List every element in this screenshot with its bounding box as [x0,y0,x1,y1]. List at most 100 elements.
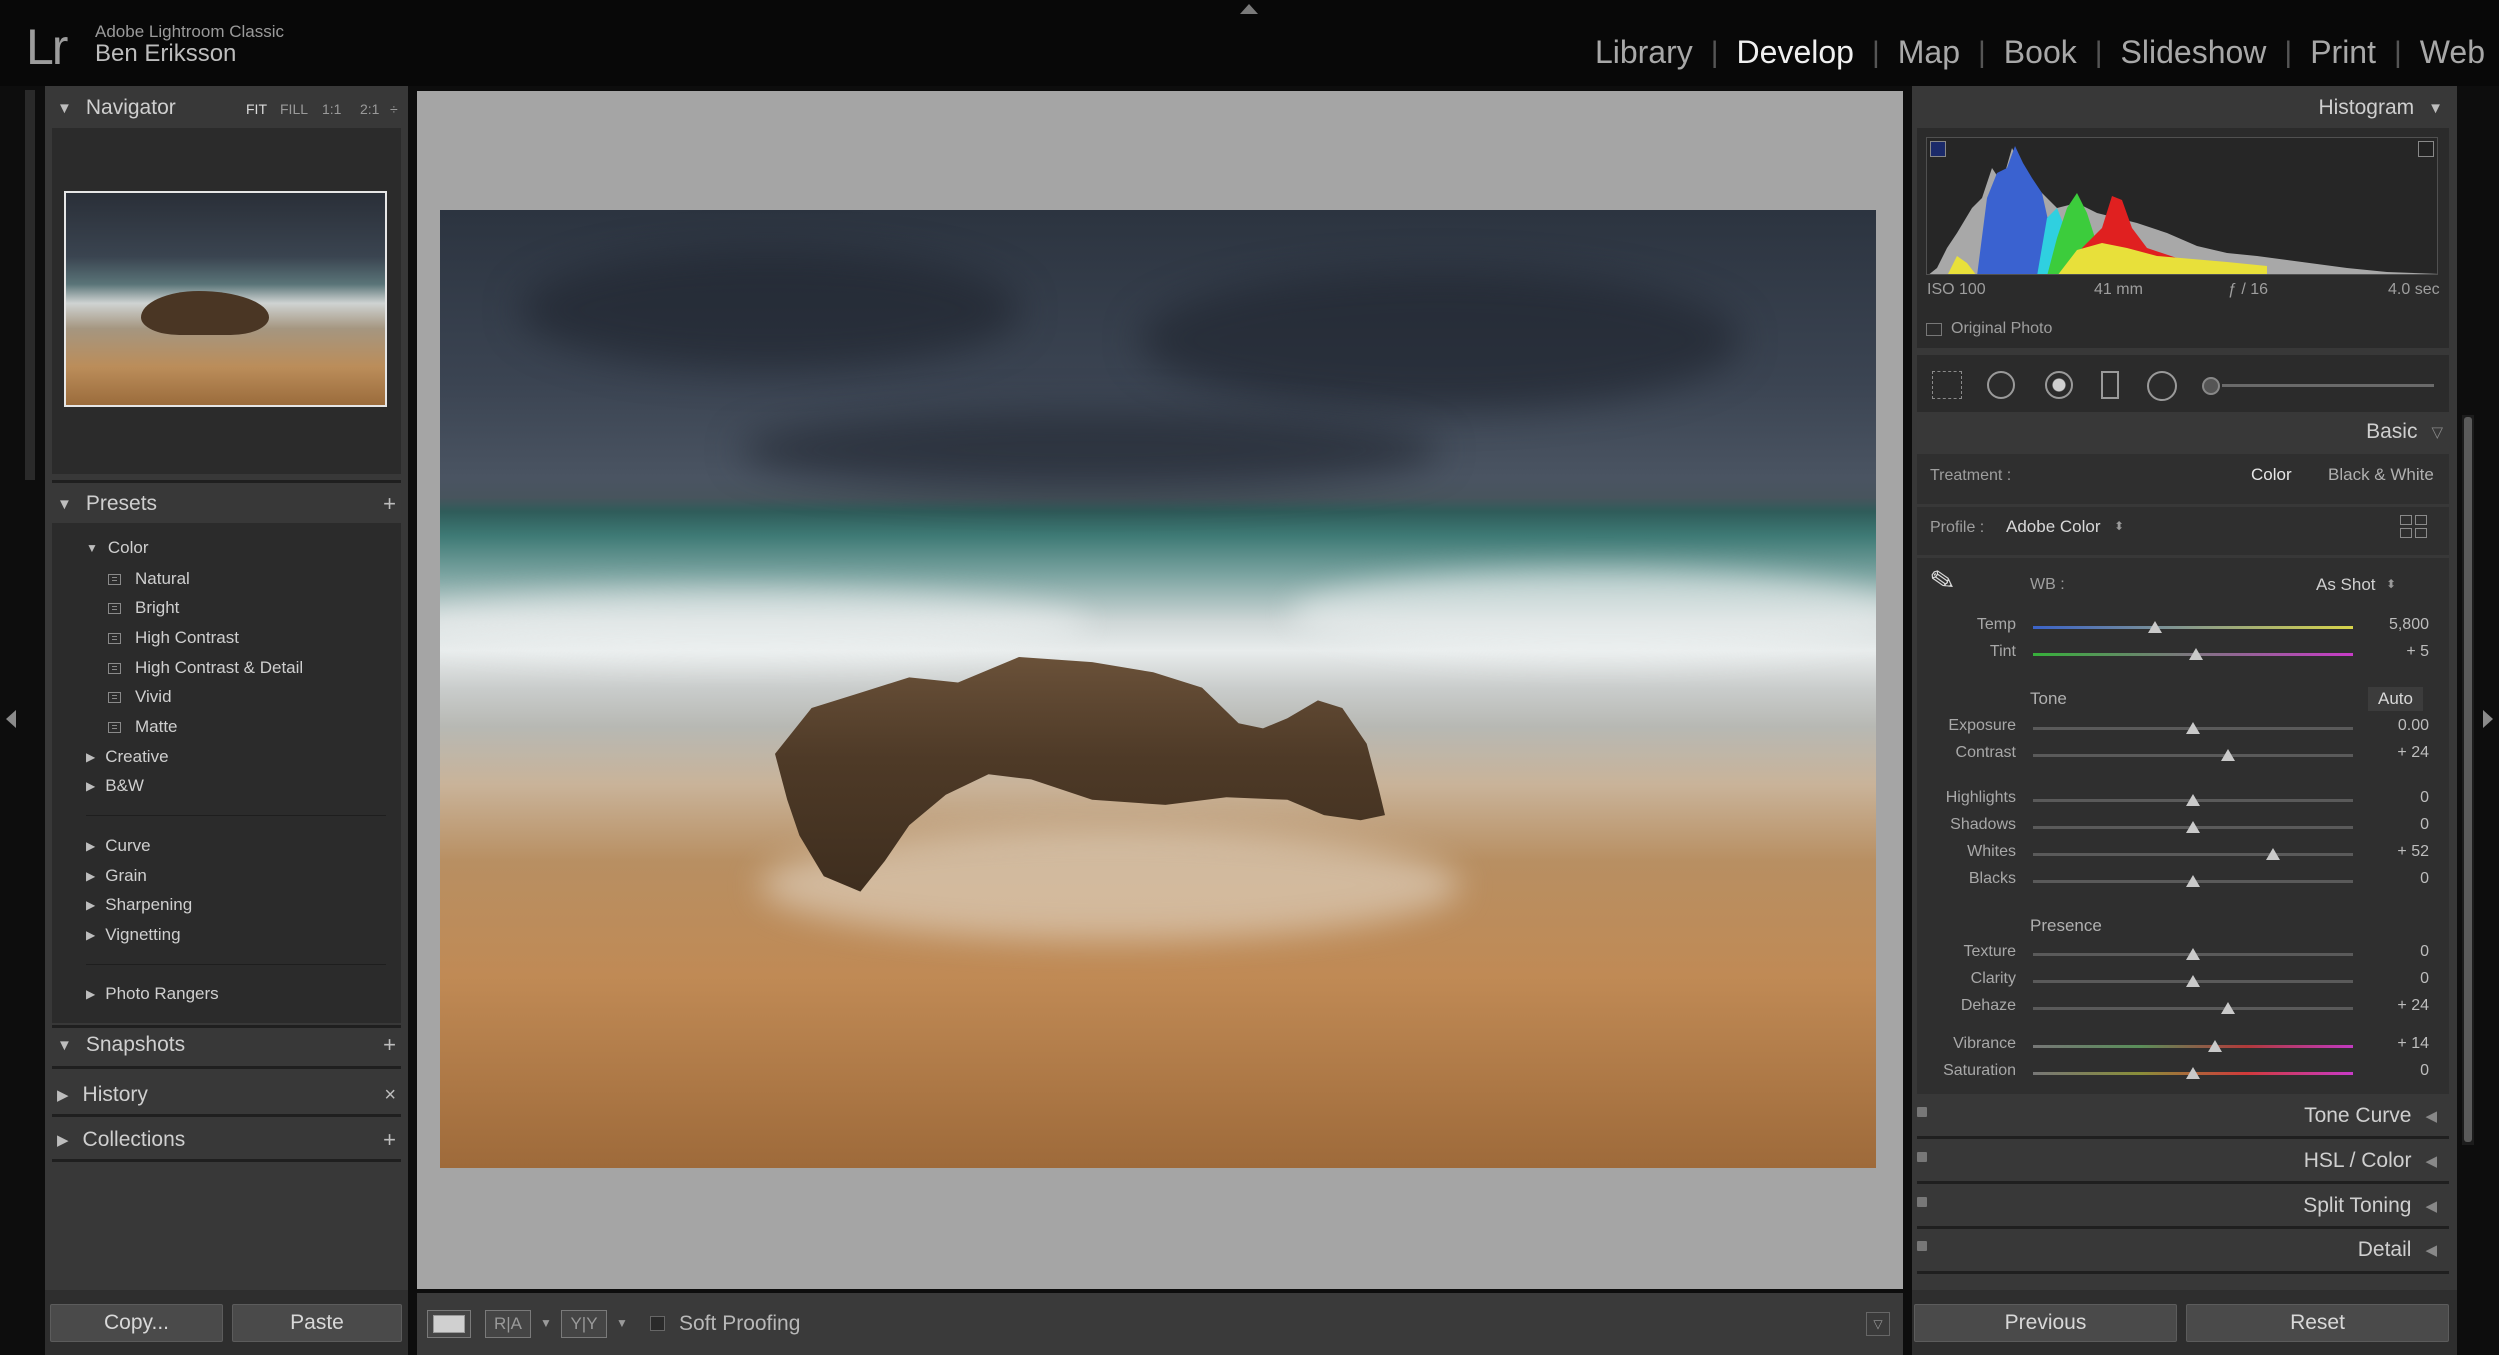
snapshots-header[interactable]: ▼ Snapshots + [57,1025,402,1065]
slider-thumb-blacks[interactable] [2186,875,2200,887]
history-header[interactable]: ▶ History × [57,1075,402,1115]
module-print[interactable]: Print [2292,34,2394,71]
slider-value-temp[interactable]: 5,800 [2369,616,2429,634]
tone-curve-toggle[interactable] [1917,1107,1927,1117]
zoom-fill[interactable]: FILL [280,101,308,117]
slider-thumb-shadows[interactable] [2186,821,2200,833]
slider-thumb-clarity[interactable] [2186,975,2200,987]
navigator-thumbnail[interactable] [64,191,387,407]
auto-tone-button[interactable]: Auto [2368,687,2423,711]
zoom-fit[interactable]: FIT [246,101,267,117]
profile-dropdown-arrow-icon[interactable]: ⬍ [2114,519,2124,533]
module-map[interactable]: Map [1880,34,1978,71]
slider-thumb-vibrance[interactable] [2208,1040,2223,1052]
histogram-graph[interactable] [1926,137,2438,275]
brush-size-slider[interactable] [2222,384,2434,387]
hsl-toggle[interactable] [1917,1152,1927,1162]
copy-button[interactable]: Copy... [50,1304,223,1342]
slider-track-vibrance[interactable] [2033,1045,2353,1048]
previous-button[interactable]: Previous [1914,1304,2177,1342]
slider-value-blacks[interactable]: 0 [2369,870,2429,888]
presets-header[interactable]: ▼ Presets + [57,484,402,524]
hsl-color-header[interactable]: HSL / Color ◀ [1917,1141,2449,1181]
clear-history-icon[interactable]: × [384,1084,396,1107]
preset-item[interactable]: High Contrast & Detail [108,658,303,678]
module-web[interactable]: Web [2402,34,2485,71]
right-panel-scrollbar-thumb[interactable] [2464,417,2472,1142]
wb-dropdown-arrow-icon[interactable]: ⬍ [2386,577,2396,591]
slider-value-vibrance[interactable]: + 14 [2369,1035,2429,1053]
preset-group-color[interactable]: ▼ Color [86,538,149,558]
add-snapshot-icon[interactable]: + [383,1032,396,1058]
preset-item[interactable]: Vivid [108,687,172,707]
red-eye-tool-icon[interactable] [2045,371,2073,399]
preset-group[interactable]: ▶ Curve [86,836,151,856]
zoom-arrow-icon[interactable]: ÷ [390,101,398,117]
slider-track-contrast[interactable] [2033,754,2353,757]
treatment-bw-option[interactable]: Black & White [2328,465,2434,485]
histogram-header[interactable]: Histogram ▼ [1917,88,2449,128]
slider-value-saturation[interactable]: 0 [2369,1062,2429,1080]
slider-thumb-exposure[interactable] [2186,722,2200,734]
slider-thumb-highlights[interactable] [2186,794,2200,806]
loupe-view-button[interactable] [427,1310,471,1338]
basic-header[interactable]: Basic ▽ [1917,412,2449,452]
before-after-lr-button[interactable]: R|A [485,1310,531,1338]
slider-value-dehaze[interactable]: + 24 [2369,997,2429,1015]
treatment-color-option[interactable]: Color [2251,465,2292,485]
profile-browser-grid-icon[interactable] [2400,515,2428,539]
slider-value-exposure[interactable]: 0.00 [2369,717,2429,735]
slider-thumb-texture[interactable] [2186,948,2200,960]
slider-value-tint[interactable]: + 5 [2369,643,2429,661]
split-toning-header[interactable]: Split Toning ◀ [1917,1186,2449,1226]
tone-curve-header[interactable]: Tone Curve ◀ [1917,1096,2449,1136]
slider-value-contrast[interactable]: + 24 [2369,744,2429,762]
slider-thumb-contrast[interactable] [2221,749,2236,761]
preset-item[interactable]: High Contrast [108,628,239,648]
slider-value-clarity[interactable]: 0 [2369,970,2429,988]
soft-proofing-checkbox[interactable] [650,1316,665,1331]
left-panel-toggle-icon[interactable] [6,710,16,728]
paste-button[interactable]: Paste [232,1304,402,1342]
slider-thumb-tint[interactable] [2189,648,2204,660]
profile-dropdown[interactable]: Adobe Color [2006,517,2101,537]
preset-group[interactable]: ▶ Grain [86,866,147,886]
highlight-clipping-icon[interactable] [2418,141,2434,157]
module-library[interactable]: Library [1577,34,1711,71]
add-preset-icon[interactable]: + [383,491,396,517]
navigator-header[interactable]: ▼ Navigator [57,88,402,128]
module-book[interactable]: Book [1986,34,2095,71]
preset-group[interactable]: ▶ Creative [86,747,169,767]
add-collection-icon[interactable]: + [383,1127,396,1153]
shadow-clipping-icon[interactable] [1930,141,1946,157]
graduated-filter-icon[interactable] [2101,371,2119,399]
slider-track-whites[interactable] [2033,853,2353,856]
detail-toggle[interactable] [1917,1241,1927,1251]
radial-filter-icon[interactable] [2147,371,2177,401]
original-photo-checkbox[interactable] [1926,323,1942,336]
left-edge-scrollbar[interactable] [25,90,35,480]
preset-item[interactable]: Natural [108,569,190,589]
slider-thumb-saturation[interactable] [2186,1067,2200,1079]
preset-group[interactable]: ▶ Sharpening [86,895,192,915]
module-develop[interactable]: Develop [1719,34,1872,71]
preset-item[interactable]: Bright [108,598,179,618]
slider-track-dehaze[interactable] [2033,1007,2353,1010]
zoom-1-1[interactable]: 1:1 [322,101,341,117]
module-slideshow[interactable]: Slideshow [2103,34,2285,71]
slider-thumb-temp[interactable] [2147,621,2162,633]
zoom-2-1[interactable]: 2:1 [360,101,379,117]
slider-thumb-whites[interactable] [2266,848,2280,860]
top-panel-toggle-icon[interactable] [1240,4,1258,14]
preset-group[interactable]: ▶ B&W [86,776,144,796]
slider-value-texture[interactable]: 0 [2369,943,2429,961]
slider-track-temp[interactable] [2033,626,2353,629]
crop-tool-icon[interactable] [1932,371,1962,399]
toolbar-menu-icon[interactable]: ▽ [1866,1312,1890,1336]
adjustment-brush-icon[interactable] [2202,377,2220,395]
slider-value-shadows[interactable]: 0 [2369,816,2429,834]
dropdown-arrow-icon[interactable]: ▼ [616,1316,628,1330]
wb-dropdown[interactable]: As Shot [2316,575,2376,595]
preset-item[interactable]: Matte [108,717,178,737]
spot-removal-tool-icon[interactable] [1987,371,2015,399]
